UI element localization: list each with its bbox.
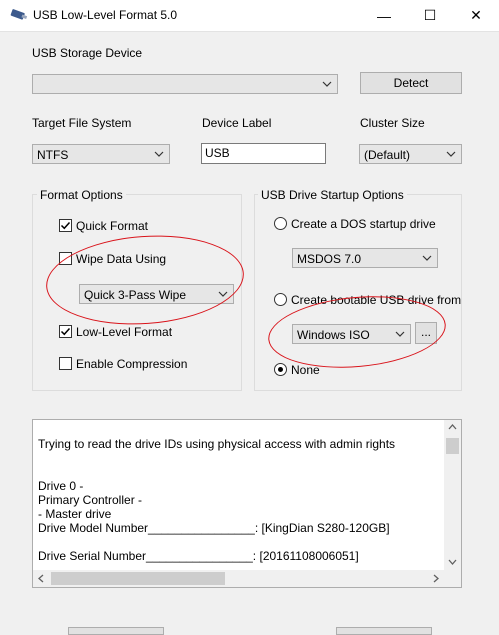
startup-options-title: USB Drive Startup Options (258, 188, 407, 202)
target-fs-select[interactable]: NTFS (32, 144, 170, 164)
log-line: Drive Serial Number________________: [20… (38, 549, 359, 563)
scroll-up-icon[interactable] (448, 424, 457, 430)
low-level-format-label: Low-Level Format (76, 325, 173, 339)
cluster-size-value: (Default) (364, 148, 411, 162)
cluster-size-label: Cluster Size (360, 116, 425, 130)
scroll-left-icon[interactable] (38, 574, 44, 583)
device-label-input[interactable]: USB (201, 143, 326, 164)
log-line: Trying to read the drive IDs using physi… (38, 437, 396, 451)
minimize-button[interactable]: — (361, 0, 407, 31)
horizontal-scrollbar[interactable] (33, 570, 445, 587)
dos-version-select[interactable]: MSDOS 7.0 (292, 248, 438, 268)
log-line: Drive Model Number________________: [Kin… (38, 521, 390, 535)
log-line: - Master drive (38, 507, 112, 521)
close-button[interactable]: ✕ (453, 0, 499, 31)
bootable-usb-radio[interactable] (274, 293, 287, 306)
usb-drive-icon (10, 9, 28, 20)
maximize-icon: ☐ (423, 7, 437, 23)
log-line: Drive 0 - (38, 479, 84, 493)
dos-version-value: MSDOS 7.0 (297, 252, 362, 266)
detect-button[interactable]: Detect (360, 72, 462, 94)
dos-startup-label: Create a DOS startup drive (291, 217, 436, 231)
dos-startup-radio[interactable] (274, 217, 287, 230)
quick-format-label: Quick Format (76, 219, 149, 233)
checkmark-icon (60, 221, 71, 230)
cluster-size-select[interactable]: (Default) (359, 144, 462, 164)
scroll-down-icon[interactable] (448, 559, 457, 565)
log-output[interactable]: Trying to read the drive IDs using physi… (32, 419, 462, 588)
none-radio[interactable] (274, 363, 287, 376)
checkmark-icon (60, 327, 71, 336)
maximize-button[interactable]: ☐ (407, 0, 453, 31)
chevron-down-icon (422, 255, 432, 261)
target-fs-value: NTFS (37, 148, 69, 162)
chevron-down-icon (154, 151, 164, 157)
bottom-button-right[interactable] (336, 627, 432, 635)
horizontal-scroll-thumb[interactable] (51, 572, 225, 585)
log-line: Primary Controller - (38, 493, 143, 507)
target-fs-label: Target File System (32, 116, 132, 130)
chevron-down-icon (446, 151, 456, 157)
device-label-label: Device Label (202, 116, 272, 130)
compression-label: Enable Compression (76, 357, 188, 371)
format-options-title: Format Options (37, 188, 126, 202)
quick-format-checkbox[interactable] (59, 219, 72, 232)
minimize-icon: — (377, 7, 391, 24)
window-title: USB Low-Level Format 5.0 (33, 8, 178, 22)
close-icon: ✕ (470, 7, 482, 23)
title-bar: USB Low-Level Format 5.0 — ☐ ✕ (0, 0, 499, 32)
scroll-right-icon[interactable] (433, 574, 439, 583)
storage-device-label: USB Storage Device (32, 46, 143, 60)
storage-device-select[interactable] (32, 74, 338, 94)
chevron-down-icon (322, 81, 332, 87)
vertical-scroll-thumb[interactable] (446, 438, 459, 454)
bottom-button-left[interactable] (68, 627, 164, 635)
low-level-format-checkbox[interactable] (59, 325, 72, 338)
scrollbar-corner (444, 570, 461, 587)
vertical-scrollbar[interactable] (444, 420, 461, 571)
compression-checkbox[interactable] (59, 357, 72, 370)
